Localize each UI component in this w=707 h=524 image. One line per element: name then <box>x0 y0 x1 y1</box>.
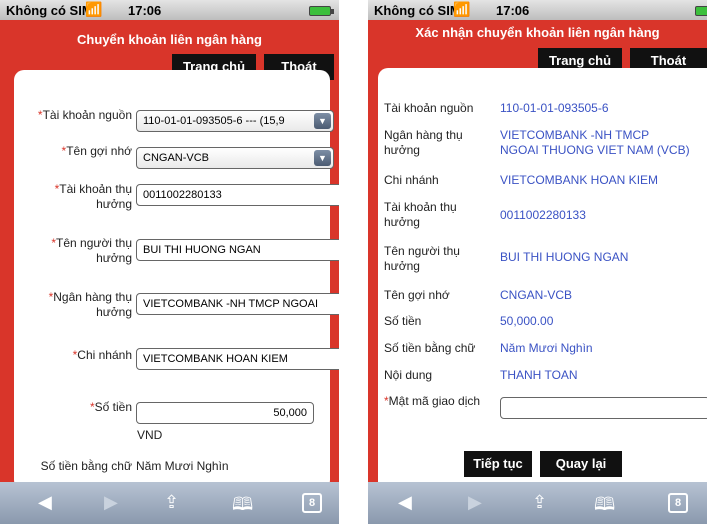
branch-input[interactable]: VIETCOMBANK HOAN KIEM <box>136 348 339 370</box>
clock: 17:06 <box>496 3 530 18</box>
beneficiary-account-input[interactable]: 0011002280133 <box>136 184 339 206</box>
row-value: 0011002280133 <box>500 208 586 222</box>
tabs-icon[interactable]: 8 <box>302 493 322 513</box>
row-label: Nội dung <box>384 368 433 382</box>
nickname-select[interactable]: CNGAN-VCB ▼ <box>136 147 334 169</box>
chevron-down-icon: ▼ <box>314 113 331 129</box>
beneficiary-account-label: *Tài khoản thụ hưởng <box>54 182 132 211</box>
left-arrow-icon[interactable]: ◀ <box>38 492 52 513</box>
wifi-icon: 📶 <box>85 1 103 17</box>
book-icon[interactable]: 🕮 <box>232 492 253 522</box>
row-label: Tài khoản nguồn <box>384 101 474 115</box>
confirmation-panel: Tài khoản nguồn 110-01-01-093505-6 Ngân … <box>378 68 707 503</box>
row-value: VIETCOMBANK HOAN KIEM <box>500 173 659 187</box>
page-title: Chuyển khoản liên ngân hàng <box>77 32 262 47</box>
share-icon[interactable]: ⇪ <box>532 492 547 513</box>
carrier-label: Không có SIM <box>6 3 93 18</box>
transfer-form: *Tài khoản nguồn 110-01-01-093505-6 --- … <box>14 70 339 490</box>
right-arrow-icon[interactable]: ▶ <box>468 492 482 513</box>
nickname-label: *Tên gợi nhớ <box>61 144 132 158</box>
battery-icon <box>695 6 707 16</box>
tabs-icon[interactable]: 8 <box>668 493 688 513</box>
chevron-down-icon: ▼ <box>314 150 331 166</box>
row-value: THANH TOAN <box>500 368 578 382</box>
row-label: Tên gợi nhớ <box>384 288 450 302</box>
bank-label: *Ngân hàng thụ hưởng <box>48 290 132 319</box>
row-label: Tài khoản thụ hưởng <box>384 200 457 229</box>
left-screen: Không có SIM 📶 17:06 Chuyển khoản liên n… <box>0 0 339 524</box>
amount-input[interactable]: 50,000 <box>136 402 314 424</box>
source-account-select[interactable]: 110-01-01-093505-6 --- (15,9 ▼ <box>136 110 334 132</box>
row-value: CNGAN-VCB <box>500 288 573 302</box>
book-icon[interactable]: 🕮 <box>594 492 615 522</box>
page-title: Xác nhận chuyển khoản liên ngân hàng <box>415 25 660 40</box>
row-label: Tên người thụ hưởng <box>384 244 460 273</box>
browser-toolbar: ◀ ▶ ⇪ 🕮 8 <box>0 482 339 524</box>
otp-label: *Mật mã giao dịch <box>384 394 481 408</box>
continue-button[interactable]: Tiếp tục <box>464 451 532 477</box>
source-account-label: *Tài khoản nguồn <box>37 108 132 122</box>
row-value: 50,000.00 <box>500 314 554 328</box>
status-bar: Không có SIM 📶 17:06 <box>0 0 339 20</box>
otp-input[interactable] <box>500 397 707 419</box>
left-arrow-icon[interactable]: ◀ <box>398 492 412 513</box>
right-arrow-icon[interactable]: ▶ <box>104 492 118 513</box>
browser-toolbar: ◀ ▶ ⇪ 🕮 8 <box>368 482 707 524</box>
beneficiary-name-input[interactable]: BUI THI HUONG NGAN <box>136 239 339 261</box>
clock: 17:06 <box>128 3 162 18</box>
amount-words-value: Năm Mươi Nghìn <box>136 459 229 473</box>
carrier-label: Không có SIM <box>374 3 461 18</box>
row-label: Chi nhánh <box>384 173 439 187</box>
amount-label: *Số tiền <box>89 400 132 414</box>
wifi-icon: 📶 <box>453 1 471 17</box>
back-button[interactable]: Quay lại <box>540 451 622 477</box>
branch-label: *Chi nhánh <box>72 348 132 362</box>
row-value: 110-01-01-093505-6 <box>500 101 609 115</box>
row-label: Số tiền <box>384 314 422 328</box>
bank-input[interactable]: VIETCOMBANK -NH TMCP NGOAI <box>136 293 339 315</box>
row-value: VIETCOMBANK -NH TMCP NGOAI THUONG VIET NA… <box>500 128 690 157</box>
amount-words-label: Số tiền bằng chữ <box>40 459 132 473</box>
row-label: Ngân hàng thụ hưởng <box>384 128 463 157</box>
row-value: Năm Mươi Nghìn <box>500 341 593 355</box>
currency-label: VND <box>137 428 163 442</box>
share-icon[interactable]: ⇪ <box>164 492 179 513</box>
beneficiary-name-label: *Tên người thụ hưởng <box>51 236 132 265</box>
right-screen: Không có SIM 📶 17:06 Xác nhận chuyển kho… <box>368 0 707 524</box>
row-value: BUI THI HUONG NGAN <box>500 250 629 264</box>
battery-icon <box>309 6 334 16</box>
status-bar: Không có SIM 📶 17:06 <box>368 0 707 20</box>
row-label: Số tiền bằng chữ <box>384 341 476 355</box>
